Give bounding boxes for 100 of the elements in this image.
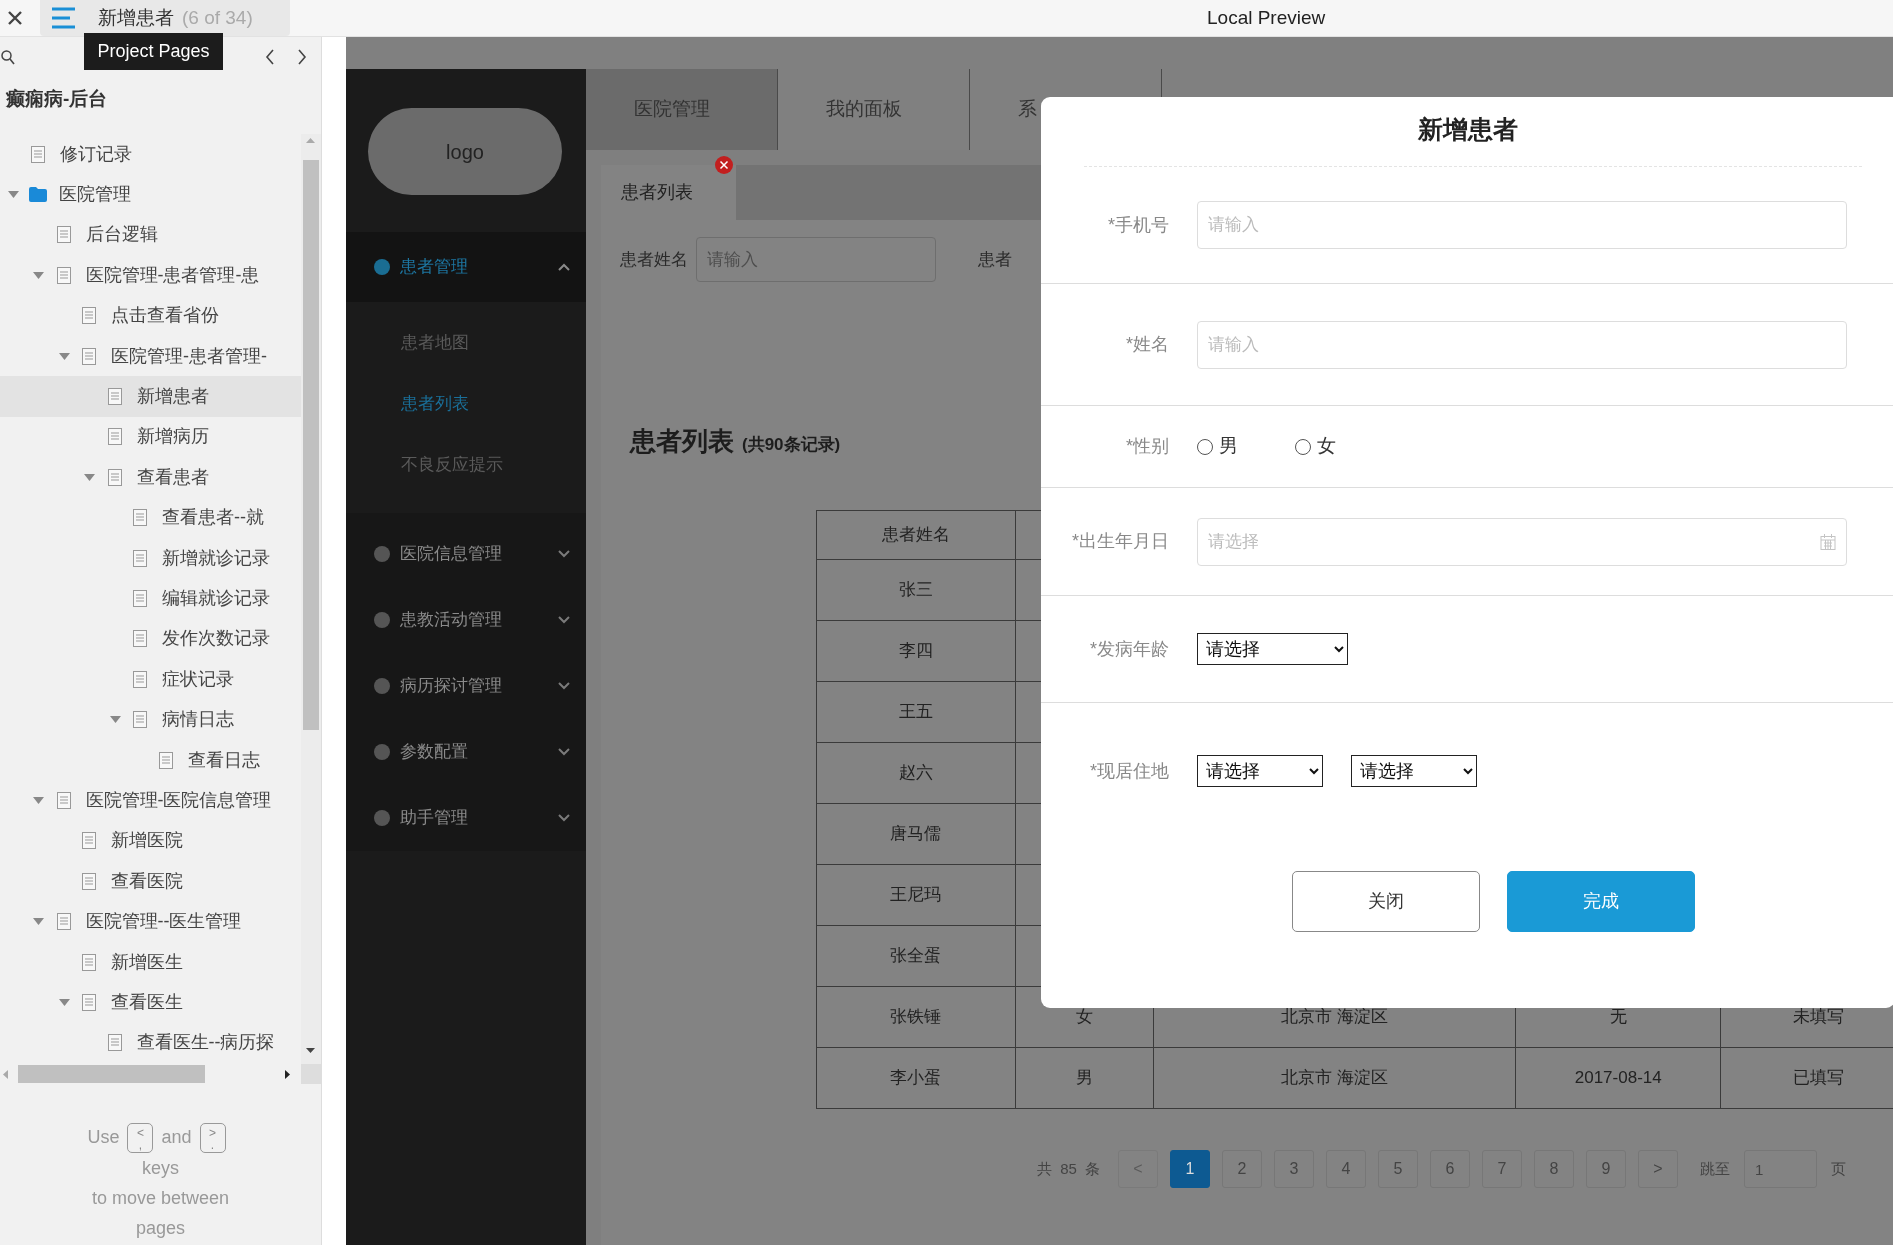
page-icon [107, 1034, 122, 1052]
help-text: Use [87, 1127, 120, 1147]
tree-row[interactable]: 症状记录 [0, 659, 302, 700]
menu-group[interactable]: 参数配置 [346, 719, 586, 785]
tree-row[interactable]: 医院管理-患者管理- [0, 335, 302, 377]
menu-group[interactable]: 患教活动管理 [346, 587, 586, 653]
chevron-left-icon[interactable] [265, 49, 275, 65]
tree-item-label: 新增患者 [136, 385, 209, 409]
tree-row[interactable]: 后台逻辑 [0, 214, 302, 256]
close-icon[interactable] [8, 11, 22, 25]
menu-group[interactable]: 医院信息管理 [346, 521, 586, 587]
scroll-right-icon[interactable] [285, 1069, 290, 1079]
menu-icon[interactable] [52, 7, 76, 29]
page-icon [133, 670, 147, 688]
radio-button[interactable]: 男 [1197, 432, 1238, 461]
tree-row[interactable]: 医院管理-医院信息管理 [0, 780, 302, 821]
tree-row[interactable]: 发作次数记录 [0, 618, 302, 660]
field-label: *姓名 [1125, 333, 1169, 356]
tree-item-label: 修订记录 [60, 142, 132, 166]
table-cell: 赵六 [816, 742, 1016, 804]
chevron-right-icon[interactable] [297, 49, 307, 65]
page-icon [107, 388, 122, 406]
logo: logo [368, 108, 562, 195]
tree-row[interactable]: 新增医生 [0, 941, 302, 983]
dropdown[interactable]: 请选择 [1351, 755, 1477, 787]
caret-icon[interactable] [7, 191, 19, 199]
page-icon [82, 993, 96, 1011]
tree-item-label: 查看医院 [111, 869, 183, 893]
calendar-icon[interactable] [1820, 533, 1836, 550]
caret-icon[interactable] [33, 796, 44, 804]
tree-row[interactable]: 查看患者--就 [0, 497, 302, 538]
tree-row[interactable]: 查看医院 [0, 861, 302, 902]
tree-row[interactable]: 新增病历 [0, 416, 302, 458]
tree-item-label: 新增病历 [136, 425, 209, 449]
tree-row[interactable]: 查看患者 [0, 457, 302, 498]
filter-label: 患者 [978, 248, 1012, 271]
tree-item-label: 编辑就诊记录 [162, 587, 270, 610]
vertical-scrollbar[interactable] [301, 134, 321, 1064]
chevron-down-icon [558, 616, 570, 624]
page-title: 新增患者 [98, 5, 174, 30]
chevron-up-icon [558, 263, 570, 271]
scroll-down-icon[interactable] [306, 1048, 316, 1053]
table-cell: 唐马儒 [816, 803, 1016, 865]
search-icon[interactable] [1, 49, 15, 65]
page-icon [82, 832, 96, 850]
menu-group[interactable]: 病历探讨管理 [346, 653, 586, 719]
close-button[interactable]: 关闭 [1291, 871, 1480, 932]
filter-label: 患者姓名 [620, 248, 688, 271]
page-icon [133, 509, 147, 527]
tree-row[interactable]: 医院管理-患者管理-患 [0, 255, 302, 296]
caret-icon[interactable] [109, 716, 121, 724]
tree-row[interactable]: 查看日志 [0, 739, 302, 781]
caret-icon[interactable] [58, 998, 70, 1006]
caret-icon[interactable] [33, 918, 44, 926]
page-icon [133, 630, 147, 648]
tree-row[interactable]: 新增患者 [0, 376, 302, 417]
tree-row[interactable]: 修订记录 [0, 134, 302, 175]
menu-group[interactable]: 助手管理 [346, 785, 586, 851]
scroll-left-icon[interactable] [3, 1069, 8, 1079]
chevron-down-icon [558, 682, 570, 690]
caret-icon[interactable] [84, 473, 95, 481]
table-cell: 王尼玛 [816, 864, 1016, 926]
menu-group-label: 患教活动管理 [400, 609, 502, 632]
input-field[interactable]: 请输入 [1197, 201, 1847, 249]
table-cell: 张铁锤 [816, 986, 1016, 1048]
tree-row[interactable]: 医院管理 [0, 174, 302, 215]
caret-icon[interactable] [58, 352, 70, 360]
tree-row[interactable]: 编辑就诊记录 [0, 578, 302, 619]
tree-row[interactable]: 查看医生 [0, 982, 302, 1023]
scroll-up-icon[interactable] [306, 138, 316, 143]
table-cell: 北京市 海淀区 [1153, 1047, 1516, 1109]
input-field[interactable]: 请输入 [1197, 320, 1847, 369]
tree-row[interactable]: 病情日志 [0, 699, 302, 740]
tree-row[interactable]: 新增医院 [0, 820, 302, 862]
tree-row[interactable]: 点击查看省份 [0, 295, 302, 336]
chevron-down-icon [558, 550, 570, 558]
page-icon [82, 347, 96, 365]
menu-group-label: 参数配置 [400, 741, 468, 764]
window-title: Local Preview [1206, 6, 1326, 28]
tree-row[interactable]: 新增就诊记录 [0, 537, 302, 579]
close-icon[interactable] [715, 156, 733, 174]
project-title: 癫痫病-后台 [5, 87, 109, 111]
menu-group[interactable]: 患者管理 [346, 232, 586, 302]
help-text: to move between [91, 1188, 230, 1209]
chevron-down-icon [558, 748, 570, 756]
menu-group-label: 患者管理 [400, 256, 468, 279]
placeholder-text: 请选择 [1208, 530, 1259, 553]
table-cell: 李四 [816, 620, 1016, 682]
tree-row[interactable]: 查看医生--病历探 [0, 1022, 302, 1063]
dropdown[interactable]: 请选择 [1197, 633, 1348, 665]
page-button[interactable]: 1 [1170, 1150, 1211, 1188]
total-count: 共 85 条 [1037, 1158, 1101, 1179]
dropdown[interactable]: 请选择 [1197, 755, 1323, 787]
page-tab[interactable]: 患者列表 [601, 165, 736, 220]
radio-button[interactable]: 女 [1295, 432, 1336, 461]
tree-item-label: 症状记录 [162, 667, 234, 691]
caret-icon[interactable] [33, 271, 44, 279]
scrollbar-thumb[interactable] [18, 1065, 205, 1083]
scrollbar-thumb[interactable] [303, 160, 320, 730]
tree-row[interactable]: 医院管理--医生管理 [0, 901, 302, 942]
